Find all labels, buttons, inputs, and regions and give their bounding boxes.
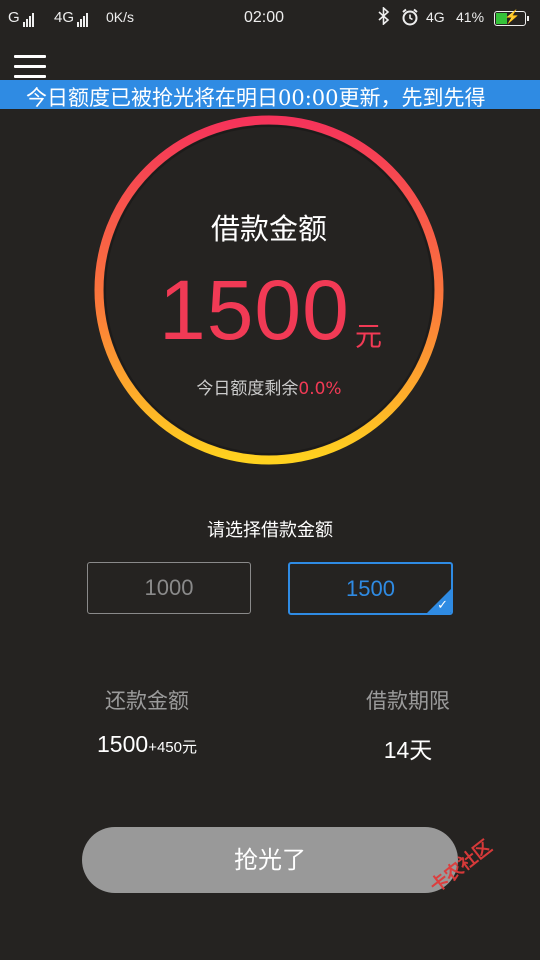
carrier-4g-label: 4G (54, 9, 89, 27)
signal-icon (22, 10, 35, 27)
loan-term-info: 借款期限 14天 (328, 685, 488, 765)
alarm-clock-icon (401, 8, 419, 30)
repayment-interest: +450元 (148, 739, 197, 756)
notice-banner-text: 今日额度已被抢光将在明日00:00更新，先到先得 (26, 86, 486, 109)
loan-term-value: 14天 (383, 737, 433, 763)
battery-icon: ⚡ (494, 9, 529, 26)
amount-option-1500[interactable]: 1500 ✓ (288, 562, 453, 615)
carrier-label: G (8, 9, 35, 27)
choose-amount-label: 请选择借款金额 (207, 520, 333, 541)
daily-quota-label: 今日额度剩余 (196, 379, 299, 399)
hamburger-menu-icon[interactable] (14, 55, 46, 79)
repayment-info: 还款金额 1500+450元 (60, 685, 234, 758)
network-type: 4G (426, 9, 445, 25)
battery-percent: 41% (456, 9, 485, 25)
daily-quota-remaining: 今日额度剩余0.0% (89, 374, 449, 399)
signal-icon-2 (77, 10, 89, 27)
amount-option-label: 1500 (346, 576, 395, 601)
loan-amount-unit: 元 (355, 322, 382, 353)
amount-option-label: 1000 (144, 575, 194, 600)
notice-banner: 今日额度已被抢光将在明日00:00更新，先到先得 (0, 80, 540, 109)
amount-option-1000[interactable]: 1000 (87, 562, 251, 614)
checkmark-icon: ✓ (437, 597, 448, 612)
daily-quota-percent: 0.0% (298, 379, 342, 399)
loan-amount-value: 1500 (159, 263, 350, 357)
network-speed: 0K/s (106, 9, 135, 25)
sold-out-button[interactable]: 抢光了 (82, 827, 458, 893)
bluetooth-icon (378, 6, 390, 29)
loan-amount-title: 借款金额 (210, 212, 327, 246)
repayment-label: 还款金额 (105, 689, 189, 713)
repayment-value: 1500+450元 (97, 731, 197, 757)
status-bar: G 4G 0K/s 02:00 4G 41% ⚡ (0, 0, 540, 38)
loan-term-label: 借款期限 (366, 689, 450, 713)
loan-amount-dial: 借款金额 1500 元 今日额度剩余0.0% (89, 112, 449, 470)
clock: 02:00 (244, 9, 285, 26)
